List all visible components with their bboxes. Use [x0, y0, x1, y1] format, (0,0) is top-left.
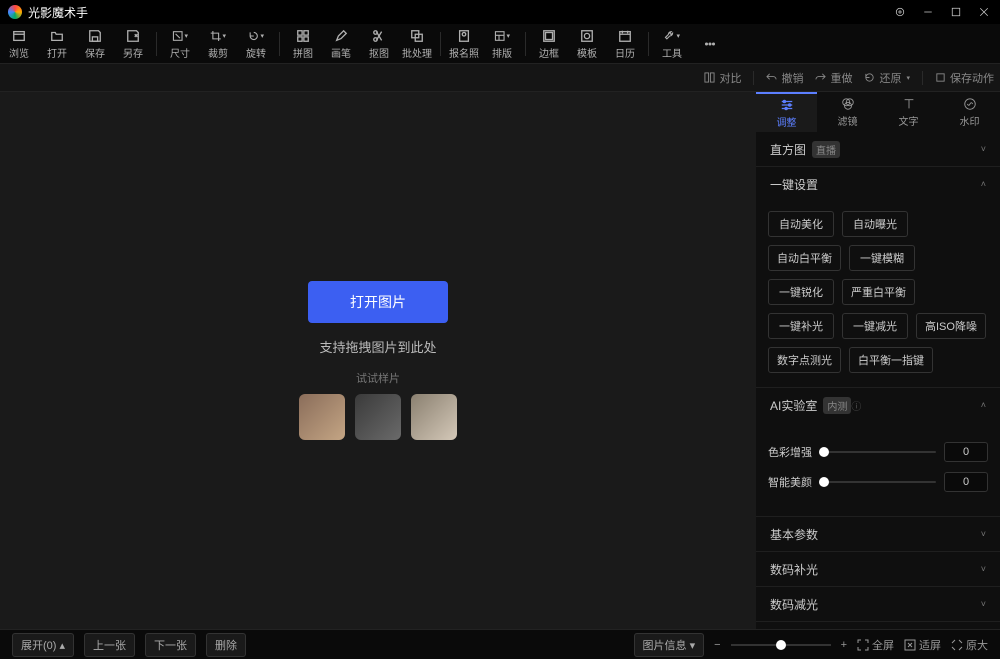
undo-button[interactable]: 撤销: [766, 70, 803, 86]
sample-image-2[interactable]: [355, 394, 401, 440]
layout-icon: ▾: [494, 28, 510, 44]
toolbar-save[interactable]: 保存: [76, 24, 114, 64]
sample-label: 试试样片: [356, 370, 400, 386]
preset-自动白平衡[interactable]: 自动白平衡: [768, 245, 841, 271]
toolbar-cutout[interactable]: 抠图: [360, 24, 398, 64]
close-button[interactable]: [976, 4, 992, 20]
section-header-基本参数[interactable]: 基本参数˅: [756, 517, 1000, 551]
zoom-slider[interactable]: [731, 644, 831, 646]
minimize-button[interactable]: [920, 4, 936, 20]
prev-button[interactable]: 上一张: [84, 633, 135, 657]
section-header-清晰度[interactable]: 清晰度˅: [756, 622, 1000, 629]
size-icon: ▾: [172, 28, 188, 44]
collage-icon: [295, 28, 311, 44]
preset-一键模糊[interactable]: 一键模糊: [849, 245, 915, 271]
template-icon: [579, 28, 595, 44]
toolbar-border[interactable]: 边框: [530, 24, 568, 64]
image-info-button[interactable]: 图片信息 ▾: [634, 633, 705, 657]
toolbar-saveas[interactable]: 另存: [114, 24, 152, 64]
preset-白平衡一指键[interactable]: 白平衡一指键: [849, 347, 933, 373]
preset-自动曝光[interactable]: 自动曝光: [842, 211, 908, 237]
restore-button[interactable]: 还原▾: [864, 70, 910, 86]
toolbar-collage[interactable]: 拼图: [284, 24, 322, 64]
more-icon: [702, 36, 718, 52]
app-title: 光影魔术手: [28, 4, 88, 21]
preset-一键减光[interactable]: 一键减光: [842, 313, 908, 339]
slider-智能美颜[interactable]: [824, 481, 936, 483]
compare-toggle[interactable]: 对比: [704, 70, 741, 86]
slider-value-智能美颜[interactable]: 0: [944, 472, 988, 492]
toolbar-idphoto[interactable]: 报名照: [445, 24, 483, 64]
toolbar-brush[interactable]: 画笔: [322, 24, 360, 64]
sample-image-1[interactable]: [299, 394, 345, 440]
save-action-button[interactable]: 保存动作: [935, 70, 994, 86]
toolbar-browse[interactable]: 浏览: [0, 24, 38, 64]
tab-watermark[interactable]: 水印: [939, 92, 1000, 132]
toolbar-crop[interactable]: ▾裁剪: [199, 24, 237, 64]
cutout-icon: [371, 28, 387, 44]
tools-icon: ▾: [664, 28, 680, 44]
preset-自动美化[interactable]: 自动美化: [768, 211, 834, 237]
toolbar-rotate[interactable]: ▾旋转: [237, 24, 275, 64]
redo-button[interactable]: 重做: [815, 70, 852, 86]
delete-button[interactable]: 删除: [206, 633, 246, 657]
save-icon: [87, 28, 103, 44]
toolbar-template[interactable]: 模板: [568, 24, 606, 64]
zoom-out-button[interactable]: −: [714, 639, 720, 651]
toolbar-open[interactable]: 打开: [38, 24, 76, 64]
orig-size-button[interactable]: 原大: [951, 637, 988, 653]
rotate-icon: ▾: [248, 28, 264, 44]
toolbar-more[interactable]: [691, 24, 729, 64]
preset-一键锐化[interactable]: 一键锐化: [768, 279, 834, 305]
tab-filter[interactable]: 滤镜: [817, 92, 878, 132]
tab-adjust[interactable]: 调整: [756, 92, 817, 132]
fullscreen-button[interactable]: 全屏: [857, 637, 894, 653]
drop-hint: 支持拖拽图片到此处: [319, 337, 436, 356]
preset-数字点测光[interactable]: 数字点测光: [768, 347, 841, 373]
toolbar-calendar[interactable]: 日历: [606, 24, 644, 64]
maximize-button[interactable]: [948, 4, 964, 20]
section-header-直方图[interactable]: 直方图直播˅: [756, 132, 1000, 166]
crop-icon: ▾: [210, 28, 226, 44]
batch-icon: [409, 28, 425, 44]
open-image-button[interactable]: 打开图片: [308, 281, 448, 323]
toolbar-batch[interactable]: 批处理: [398, 24, 436, 64]
toolbar-tools[interactable]: ▾工具: [653, 24, 691, 64]
brush-icon: [333, 28, 349, 44]
preset-高ISO降噪[interactable]: 高ISO降噪: [916, 313, 986, 339]
sample-image-3[interactable]: [411, 394, 457, 440]
slider-色彩增强[interactable]: [824, 451, 936, 453]
preset-严重白平衡[interactable]: 严重白平衡: [842, 279, 915, 305]
slider-value-色彩增强[interactable]: 0: [944, 442, 988, 462]
browse-icon: [11, 28, 27, 44]
toolbar-layout[interactable]: ▾排版: [483, 24, 521, 64]
section-header-一键设置[interactable]: 一键设置˄: [756, 167, 1000, 201]
tab-text[interactable]: 文字: [878, 92, 939, 132]
zoom-in-button[interactable]: +: [841, 639, 847, 651]
section-header-数码补光[interactable]: 数码补光˅: [756, 552, 1000, 586]
fit-button[interactable]: 适屏: [904, 637, 941, 653]
open-icon: [49, 28, 65, 44]
section-header-数码减光[interactable]: 数码减光˅: [756, 587, 1000, 621]
calendar-icon: [617, 28, 633, 44]
expand-button[interactable]: 展开(0) ▴: [12, 633, 74, 657]
idphoto-icon: [456, 28, 472, 44]
settings-icon[interactable]: [892, 4, 908, 20]
section-header-AI实验室[interactable]: AI实验室内测 ⓘ˄: [756, 388, 1000, 422]
next-button[interactable]: 下一张: [145, 633, 196, 657]
app-logo-icon: [8, 5, 22, 19]
border-icon: [541, 28, 557, 44]
toolbar-size[interactable]: ▾尺寸: [161, 24, 199, 64]
saveas-icon: [125, 28, 141, 44]
preset-一键补光[interactable]: 一键补光: [768, 313, 834, 339]
